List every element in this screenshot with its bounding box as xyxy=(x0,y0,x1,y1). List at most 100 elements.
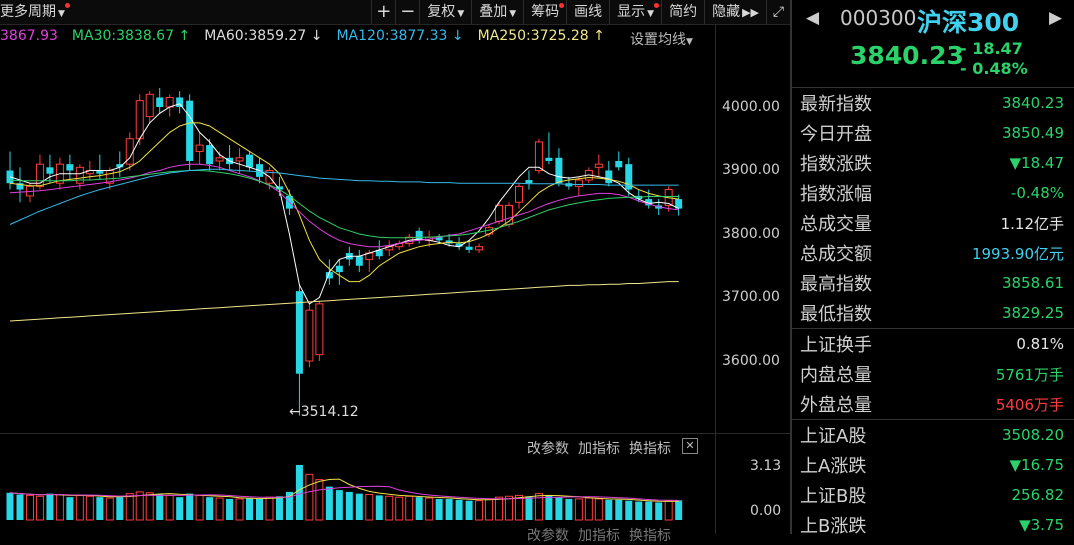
expand-icon[interactable]: ⤢ xyxy=(766,0,790,24)
fuquan-label: 复权 xyxy=(427,4,456,20)
volume-bar-up xyxy=(125,493,134,521)
quote-row: 上B涨跌 ▼3.75 xyxy=(800,510,1074,540)
candle-body-up xyxy=(514,185,523,203)
quote-group-market: 上证A股 3508.20 上A涨跌 ▼16.75 上证B股 256.82 上B涨跌 ▼3.75 xyxy=(800,420,1074,540)
candle-body-down xyxy=(66,164,74,171)
volume-bar-up xyxy=(315,479,324,521)
draw-line-button[interactable]: 画线 xyxy=(566,0,609,24)
period-label: 更多周期 xyxy=(0,4,56,20)
quote-row: 上证A股 3508.20 xyxy=(800,420,1074,450)
ma-settings-dropdown[interactable]: 设置均线▼ xyxy=(630,29,693,49)
volume-bar-down xyxy=(355,493,363,520)
candle-body-up xyxy=(574,179,583,187)
quote-group-main: 最新指数 3840.23 今日开盘 3850.49 指数涨跌 ▼18.47 指数涨幅 -0.4… xyxy=(800,88,1074,328)
volume-bar-down xyxy=(335,490,343,520)
quote-value: 5406万手 xyxy=(995,395,1064,414)
volume-bar-up xyxy=(405,495,414,521)
current-price: 3840.23 xyxy=(850,41,964,70)
candle-body-down xyxy=(355,256,363,266)
ma250-line xyxy=(9,281,679,322)
notify-dot xyxy=(64,3,70,8)
vol-switch-indicator-button[interactable]: 换指标 xyxy=(629,438,671,458)
candle-body-down xyxy=(295,291,303,374)
vol2-switch-indicator-button[interactable]: 换指标 xyxy=(629,525,671,545)
volume-tools-secondary: 改参数 加指标 换指标 xyxy=(527,525,680,545)
candle-body-down xyxy=(206,145,214,165)
volume-bar-down xyxy=(555,497,563,520)
vol2-add-indicator-button[interactable]: 加指标 xyxy=(578,525,620,545)
quote-label: 指数涨幅 xyxy=(800,184,872,205)
quote-value: ▼3.75 xyxy=(1019,516,1064,534)
display-dropdown[interactable]: 显示 ▼ xyxy=(609,0,661,24)
draw-line-label: 画线 xyxy=(574,4,603,20)
chevron-down-icon: ▼ xyxy=(457,9,465,19)
candle-body-up xyxy=(495,204,504,222)
quote-row: 上证B股 256.82 xyxy=(800,480,1074,510)
quote-value: ▼16.75 xyxy=(1009,456,1064,474)
price-axis-label: 3700.00 xyxy=(722,289,780,305)
candle-body-down xyxy=(186,100,194,161)
volume-bar-up xyxy=(215,497,224,521)
price-axis-label: 3900.00 xyxy=(722,162,780,178)
volume-bar-up xyxy=(165,494,174,521)
simple-button[interactable]: 简约 xyxy=(661,0,704,24)
volume-bar-up xyxy=(265,496,274,521)
volume-bar-up xyxy=(25,494,34,521)
prev-arrow-icon[interactable]: ◀ xyxy=(806,8,819,28)
fuquan-dropdown[interactable]: 复权 ▼ xyxy=(419,0,471,24)
volume-bar-down xyxy=(545,495,553,520)
change-value: - 18.47 xyxy=(960,39,1023,58)
ma120-value: MA120:3877.33 ↓ xyxy=(336,28,464,44)
vol-edit-params-button[interactable]: 改参数 xyxy=(527,438,569,458)
quote-value: 3858.61 xyxy=(1001,274,1064,292)
volume-bar-up xyxy=(365,494,374,521)
volume-bar-down xyxy=(206,497,214,520)
volume-bar-down xyxy=(465,500,473,520)
hide-button[interactable]: 隐藏 ▶▶ xyxy=(704,0,766,24)
low-price-value: 3514.12 xyxy=(300,404,359,420)
volume-bar-up xyxy=(55,494,64,521)
volume-bar-up xyxy=(505,495,513,521)
candle-body-down xyxy=(545,157,553,161)
zoom-out-button[interactable]: − xyxy=(395,0,419,24)
candle-body-down xyxy=(246,154,254,168)
quote-label: 上证B股 xyxy=(800,486,867,507)
close-icon[interactable]: ✕ xyxy=(682,438,698,454)
quote-value: 5761万手 xyxy=(995,365,1064,384)
volume-bar-down xyxy=(655,502,663,520)
chips-button[interactable]: 筹码 xyxy=(523,0,566,24)
kline-chart-area[interactable]: 更多周期 ▼ + − 复权 ▼ 叠加 ▼ 筹码 画线 显示 ▼ 简约 隐藏 ▶▶ ⤢ 38… xyxy=(0,0,790,544)
chips-label: 筹码 xyxy=(531,4,560,20)
chevron-down-icon: ▼ xyxy=(686,37,693,47)
candle-body-up xyxy=(135,100,144,140)
next-arrow-icon[interactable]: ▶ xyxy=(1049,8,1062,28)
candle-body-down xyxy=(335,265,343,273)
candle-body-up xyxy=(215,157,224,162)
quote-header: ◀ 000300 沪深300 ▶ 3840.23 - 18.47 - 0.48% xyxy=(792,0,1074,88)
volume-bar-up xyxy=(485,498,494,521)
overlay-dropdown[interactable]: 叠加 ▼ xyxy=(471,0,523,24)
vol-add-indicator-button[interactable]: 加指标 xyxy=(578,438,620,458)
quote-label: 外盘总量 xyxy=(800,395,872,416)
volume-bar-up xyxy=(35,495,44,521)
volume-bar-down xyxy=(645,501,653,520)
zoom-in-button[interactable]: + xyxy=(371,0,395,24)
quote-row: 内盘总量 5761万手 xyxy=(800,359,1074,389)
ma250-value: MA250:3725.28 ↑ xyxy=(477,28,605,44)
vol2-edit-params-button[interactable]: 改参数 xyxy=(527,525,569,545)
price-axis-label: 3600.00 xyxy=(722,353,780,369)
candle-body-down xyxy=(465,246,473,250)
period-dropdown[interactable]: 更多周期 ▼ xyxy=(0,0,72,24)
volume-bar-up xyxy=(305,473,314,521)
candle-body-down xyxy=(176,97,184,107)
quote-label: 上A涨跌 xyxy=(800,456,867,477)
candle-body-up xyxy=(475,246,484,251)
quote-label: 最新指数 xyxy=(800,94,872,115)
volume-axis-min: 0.00 xyxy=(750,503,782,519)
volume-bar-up xyxy=(195,494,204,521)
quote-row: 今日开盘 3850.49 xyxy=(800,118,1074,148)
quote-row: 上A涨跌 ▼16.75 xyxy=(800,450,1074,480)
quote-value: ▼18.47 xyxy=(1009,154,1064,172)
price-change: - 18.47 - 0.48% xyxy=(960,39,1028,79)
volume-bar-down xyxy=(176,497,184,520)
